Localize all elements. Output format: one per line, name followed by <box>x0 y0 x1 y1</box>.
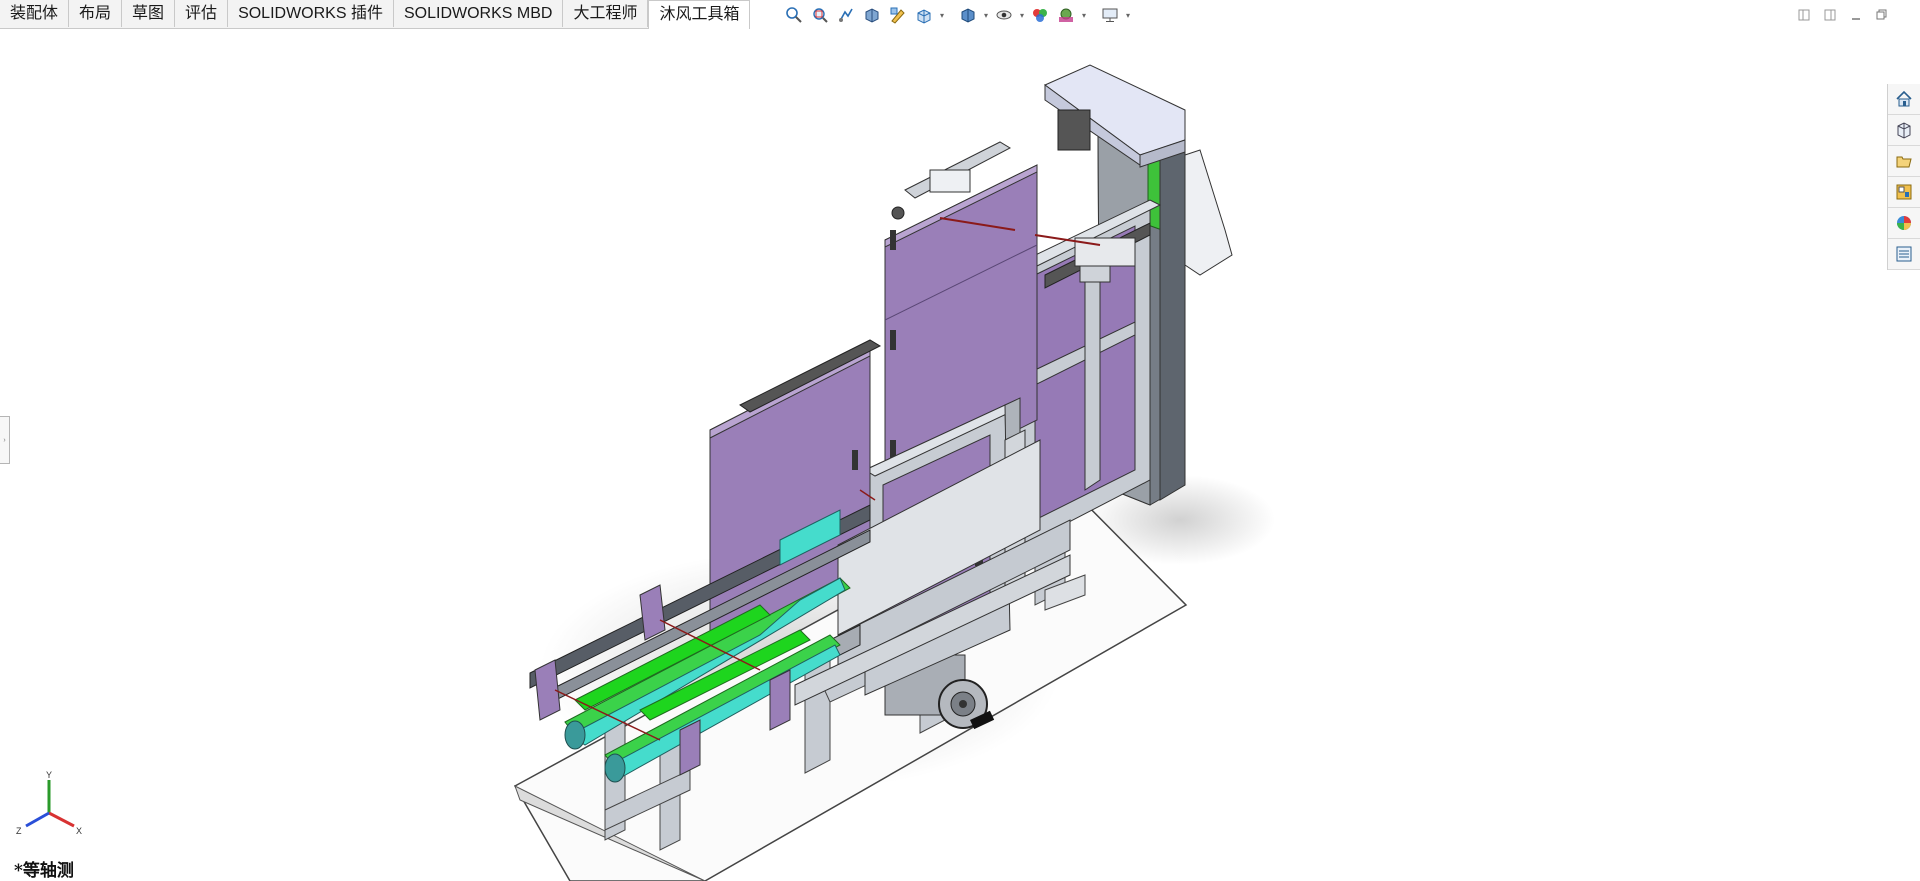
display-style-icon[interactable] <box>956 4 980 26</box>
apply-scene-dropdown-icon[interactable]: ▾ <box>1080 4 1088 26</box>
window-controls <box>1794 6 1892 24</box>
tab-mufeng-toolbox[interactable]: 沐风工具箱 <box>648 0 751 29</box>
triad-z-label: Z <box>16 826 22 836</box>
task-pane <box>1887 84 1920 270</box>
custom-properties-icon[interactable] <box>1888 239 1920 270</box>
zoom-to-area-icon[interactable] <box>808 4 832 26</box>
tab-layout[interactable]: 布局 <box>69 0 123 27</box>
tab-sketch[interactable]: 草图 <box>122 0 176 27</box>
edit-appearance-icon[interactable] <box>1028 4 1052 26</box>
view-settings-icon[interactable] <box>1098 4 1122 26</box>
dynamic-annotation-icon[interactable] <box>886 4 910 26</box>
display-style-dropdown-icon[interactable]: ▾ <box>982 4 990 26</box>
hide-show-items-icon[interactable] <box>992 4 1016 26</box>
hide-show-dropdown-icon[interactable]: ▾ <box>1018 4 1026 26</box>
heads-up-view-toolbar: ▾ ▾ ▾ ▾ ▾ <box>782 4 1132 26</box>
appearances-icon[interactable] <box>1888 208 1920 239</box>
view-palette-icon[interactable] <box>1888 177 1920 208</box>
tab-evaluate[interactable]: 评估 <box>175 0 229 27</box>
view-orientation-icon[interactable] <box>912 4 936 26</box>
view-orientation-dropdown-icon[interactable]: ▾ <box>938 4 946 26</box>
restore-icon[interactable] <box>1872 6 1892 24</box>
triad-y-label: Y <box>46 770 52 780</box>
tab-da-gong-cheng-shi[interactable]: 大工程师 <box>563 0 649 27</box>
section-view-icon[interactable] <box>860 4 884 26</box>
file-explorer-icon[interactable] <box>1888 146 1920 177</box>
tab-solidworks-addins[interactable]: SOLIDWORKS 插件 <box>228 0 394 27</box>
triad-x-label: X <box>76 826 82 836</box>
tab-solidworks-mbd[interactable]: SOLIDWORKS MBD <box>394 0 564 27</box>
view-orientation-label: *等轴测 <box>14 861 74 881</box>
tab-assembly[interactable]: 装配体 <box>0 0 70 27</box>
home-icon[interactable] <box>1888 84 1920 115</box>
zoom-to-fit-icon[interactable] <box>782 4 806 26</box>
previous-view-icon[interactable] <box>834 4 858 26</box>
view-settings-dropdown-icon[interactable]: ▾ <box>1124 4 1132 26</box>
command-manager-tabs: 装配体 布局 草图 评估 SOLIDWORKS 插件 SOLIDWORKS MB… <box>0 0 751 29</box>
tile-right-icon[interactable] <box>1820 6 1840 24</box>
apply-scene-icon[interactable] <box>1054 4 1078 26</box>
model-viewport[interactable] <box>0 30 1880 881</box>
design-library-icon[interactable] <box>1888 115 1920 146</box>
view-triad: Y X Z <box>16 770 82 836</box>
tile-left-icon[interactable] <box>1794 6 1814 24</box>
minimize-icon[interactable] <box>1846 6 1866 24</box>
